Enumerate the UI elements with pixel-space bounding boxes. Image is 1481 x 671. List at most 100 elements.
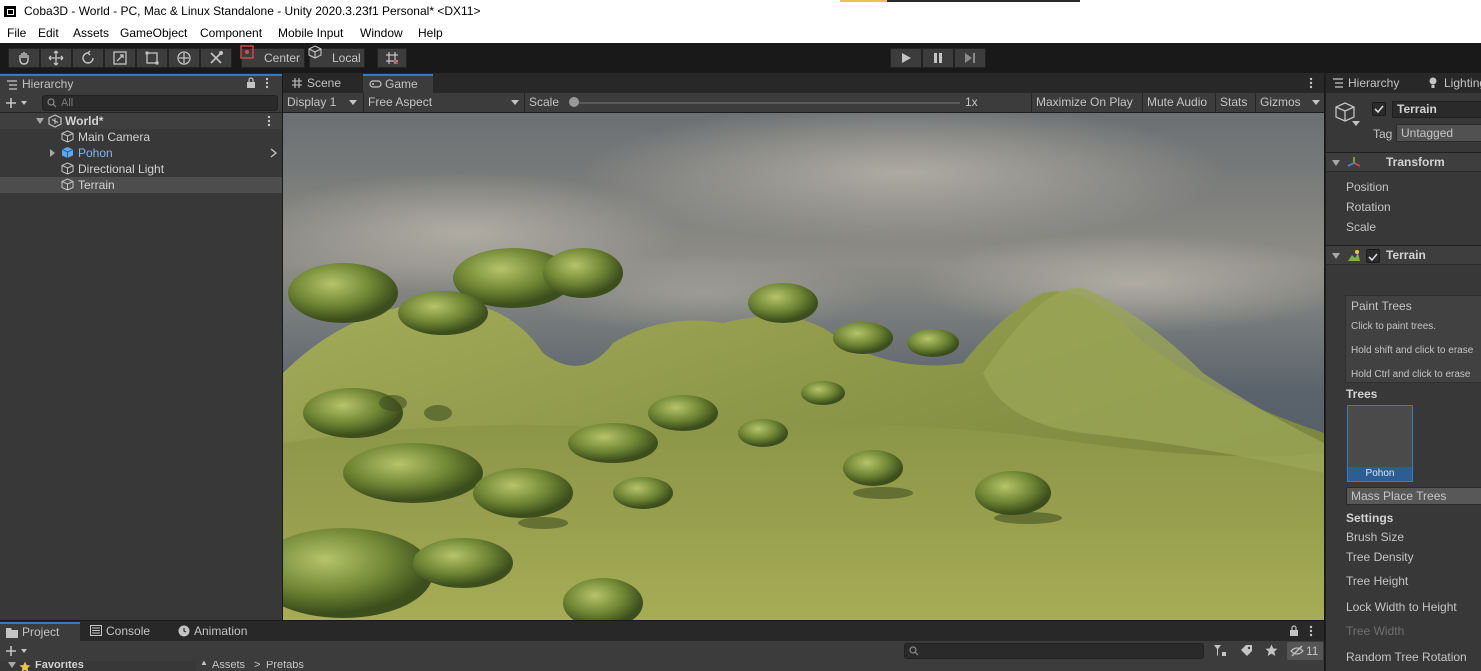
menu-component[interactable]: Component	[200, 25, 262, 41]
breadcrumb-prefabs[interactable]: Prefabs	[266, 661, 304, 671]
add-dropdown-icon[interactable]	[6, 96, 30, 110]
fold-arrow-icon	[8, 662, 16, 668]
hand-tool-button[interactable]	[8, 48, 40, 68]
checkmark-icon	[1374, 105, 1384, 114]
panel-menu-icon[interactable]	[1308, 77, 1314, 89]
tree-height-label: Tree Height	[1346, 574, 1409, 588]
tree-prototype-thumbnail[interactable]: Pohon	[1347, 405, 1413, 482]
mute-audio-toggle[interactable]: Mute Audio	[1142, 93, 1216, 112]
gizmos-label: Gizmos	[1260, 95, 1301, 109]
hierarchy-tab-label: Hierarchy	[22, 77, 74, 91]
stats-toggle[interactable]: Stats	[1215, 93, 1257, 112]
scene-menu-icon[interactable]	[266, 115, 272, 127]
expand-arrow-icon[interactable]	[36, 117, 44, 125]
transform-icon	[177, 51, 191, 65]
tab-lighting[interactable]: Lighting	[1422, 74, 1481, 93]
icon-dropdown-arrow-icon[interactable]	[1352, 121, 1360, 126]
project-search-input[interactable]	[904, 643, 1204, 659]
chevron-right-icon[interactable]	[270, 148, 277, 158]
dropdown-arrow-icon	[1312, 100, 1320, 105]
scale-slider-thumb[interactable]	[569, 97, 579, 107]
hierarchy-item-terrain[interactable]: Terrain	[0, 177, 282, 193]
hierarchy-item-directional-light[interactable]: Directional Light	[0, 161, 282, 177]
display-select[interactable]: Display 1	[283, 93, 362, 112]
scale-tool-button[interactable]	[104, 48, 136, 68]
title-bar: Coba3D - World - PC, Mac & Linux Standal…	[0, 0, 1481, 23]
hierarchy-item-pohon[interactable]: Pohon	[0, 145, 282, 161]
hierarchy-search-input[interactable]: All	[42, 95, 278, 111]
game-viewport[interactable]	[283, 113, 1324, 620]
create-dropdown-icon[interactable]	[6, 644, 30, 658]
tab-hierarchy-secondary[interactable]: Hierarchy	[1326, 74, 1422, 93]
transform-tool-button[interactable]	[168, 48, 200, 68]
animation-clock-icon	[178, 625, 190, 637]
favorite-star-icon[interactable]	[1265, 644, 1278, 657]
filter-by-type-icon[interactable]	[1213, 644, 1227, 658]
hidden-packages-toggle[interactable]: 11	[1287, 642, 1323, 660]
lock-icon[interactable]	[246, 77, 256, 89]
tree-prototype-label: Pohon	[1348, 467, 1412, 481]
tab-animation[interactable]: Animation	[172, 622, 262, 641]
tab-project[interactable]: Project	[0, 622, 80, 641]
aspect-select[interactable]: Free Aspect	[363, 93, 523, 112]
hierarchy-list-icon	[1333, 78, 1343, 88]
menu-help[interactable]: Help	[418, 25, 443, 41]
tab-scene[interactable]: Scene	[285, 74, 357, 93]
title-dark-strip	[887, 0, 1080, 2]
inspector-panel: Hierarchy Lighting Terrain Tag Untagged …	[1325, 73, 1481, 671]
search-icon	[909, 646, 919, 656]
scene-row[interactable]: World*	[0, 113, 282, 129]
tab-console[interactable]: Console	[84, 622, 166, 641]
tag-label: Tag	[1373, 127, 1393, 141]
step-button[interactable]	[954, 48, 986, 68]
active-checkbox[interactable]	[1372, 102, 1386, 116]
filter-by-label-icon[interactable]	[1240, 644, 1253, 657]
grid-snap-button[interactable]	[377, 48, 407, 68]
transform-header[interactable]: Transform	[1326, 152, 1481, 172]
unity-scene-icon	[48, 114, 62, 128]
rect-tool-button[interactable]	[136, 48, 168, 68]
fold-arrow-icon[interactable]	[1332, 252, 1340, 260]
trees-section-label: Trees	[1346, 387, 1378, 401]
menu-mobile-input[interactable]: Mobile Input	[278, 25, 343, 41]
menu-window[interactable]: Window	[360, 25, 403, 41]
object-name-field[interactable]: Terrain	[1392, 101, 1481, 118]
maximize-on-play-toggle[interactable]: Maximize On Play	[1031, 93, 1139, 112]
hierarchy-item-label: Terrain	[78, 178, 115, 192]
hierarchy-item-main-camera[interactable]: Main Camera	[0, 129, 282, 145]
tree-width-label: Tree Width	[1346, 624, 1405, 638]
more-options-icon[interactable]	[1308, 625, 1314, 637]
scale-slider-track[interactable]	[573, 102, 960, 104]
more-options-icon[interactable]	[264, 77, 270, 89]
hand-icon	[19, 52, 29, 65]
rotate-tool-button[interactable]	[72, 48, 104, 68]
tag-select[interactable]: Untagged	[1396, 124, 1481, 142]
gizmos-dropdown[interactable]: Gizmos	[1255, 93, 1324, 112]
pivot-center-button[interactable]: Center	[240, 45, 305, 68]
scene-tab-label: Scene	[307, 76, 342, 90]
breadcrumb-assets[interactable]: Assets	[212, 661, 245, 671]
terrain-enabled-checkbox[interactable]	[1366, 249, 1380, 263]
pause-button[interactable]	[922, 48, 954, 68]
mass-place-trees-button[interactable]: Mass Place Trees	[1346, 487, 1481, 505]
favorites-row[interactable]: Favorites	[0, 661, 195, 671]
fold-arrow-icon[interactable]	[1332, 159, 1340, 167]
pivot-icon	[240, 45, 254, 59]
custom-tool-button[interactable]	[200, 48, 232, 68]
collapsed-arrow-icon[interactable]	[49, 149, 56, 157]
move-tool-button[interactable]	[40, 48, 72, 68]
tab-game[interactable]: Game	[363, 74, 433, 93]
terrain-header[interactable]: Terrain	[1326, 245, 1481, 265]
dropdown-arrow-icon	[349, 100, 357, 105]
menu-gameobject[interactable]: GameObject	[120, 25, 187, 41]
tab-hierarchy[interactable]: Hierarchy	[0, 74, 282, 93]
menu-assets[interactable]: Assets	[73, 25, 109, 41]
menu-file[interactable]: File	[7, 25, 26, 41]
move-icon	[48, 50, 64, 66]
hierarchy-item-label: Directional Light	[78, 162, 165, 176]
menu-edit[interactable]: Edit	[38, 25, 59, 41]
pivot-local-button[interactable]: Local	[308, 45, 365, 68]
play-button[interactable]	[890, 48, 922, 68]
help-line-1: Click to paint trees.	[1351, 321, 1437, 332]
lock-icon[interactable]	[1289, 625, 1299, 637]
